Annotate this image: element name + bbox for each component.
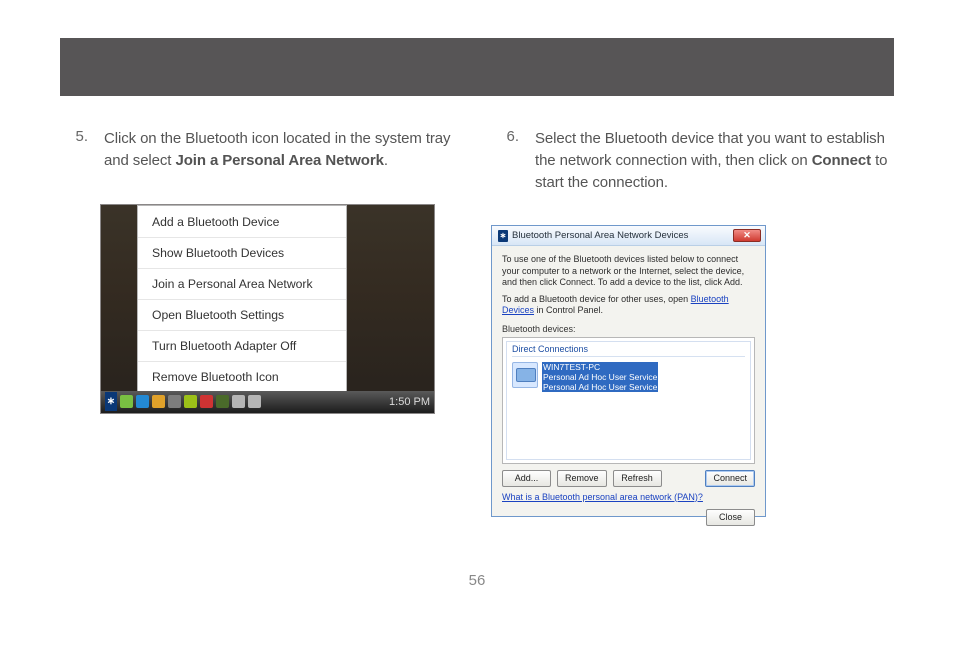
text-bold: Connect [812, 152, 871, 169]
device-name: WIN7TEST-PC [542, 362, 658, 372]
page-number: 56 [0, 572, 954, 589]
screenshot-pan-dialog: ∗ Bluetooth Personal Area Network Device… [491, 225, 766, 517]
dialog-title: Bluetooth Personal Area Network Devices [512, 230, 688, 241]
close-button[interactable]: Close [706, 509, 755, 526]
dialog-body: To use one of the Bluetooth devices list… [492, 246, 765, 531]
bluetooth-context-menu: Add a Bluetooth Device Show Bluetooth De… [137, 205, 347, 393]
device-service: Personal Ad Hoc User Service [542, 382, 658, 392]
group-direct-connections: Direct Connections WIN7TEST-PC Personal … [506, 341, 751, 460]
device-service: Personal Ad Hoc User Service [542, 372, 658, 382]
tray-icon[interactable] [200, 395, 213, 408]
tray-icon[interactable] [168, 395, 181, 408]
remove-button[interactable]: Remove [557, 470, 607, 487]
close-icon: ✕ [743, 230, 751, 241]
content-columns: 5. Click on the Bluetooth icon located i… [60, 128, 894, 517]
pan-help-link[interactable]: What is a Bluetooth personal area networ… [502, 492, 703, 502]
tray-icon[interactable] [136, 395, 149, 408]
text: in Control Panel. [534, 305, 603, 315]
list-label: Bluetooth devices: [502, 324, 755, 334]
step-5: 5. Click on the Bluetooth icon located i… [60, 128, 463, 172]
dialog-titlebar: ∗ Bluetooth Personal Area Network Device… [492, 226, 765, 246]
device-list[interactable]: Direct Connections WIN7TEST-PC Personal … [502, 337, 755, 464]
taskbar: ∗ 1:50 PM [101, 391, 434, 413]
computer-icon [512, 362, 538, 388]
close-x-button[interactable]: ✕ [733, 229, 761, 242]
tray-icon[interactable] [184, 395, 197, 408]
step-number: 6. [491, 128, 519, 193]
step-text: Select the Bluetooth device that you wan… [535, 128, 894, 193]
help-row: What is a Bluetooth personal area networ… [502, 492, 755, 502]
group-title: Direct Connections [507, 342, 750, 360]
text: . [384, 152, 388, 169]
bluetooth-icon[interactable]: ∗ [105, 392, 117, 411]
refresh-button[interactable]: Refresh [613, 470, 662, 487]
menu-item-remove-icon[interactable]: Remove Bluetooth Icon [138, 362, 346, 392]
column-left: 5. Click on the Bluetooth icon located i… [60, 128, 463, 517]
menu-item-add-device[interactable]: Add a Bluetooth Device [138, 206, 346, 238]
dialog-intro2: To add a Bluetooth device for other uses… [502, 294, 755, 317]
connect-button[interactable]: Connect [705, 470, 755, 487]
tray-icon[interactable] [120, 395, 133, 408]
step-text: Click on the Bluetooth icon located in t… [104, 128, 463, 172]
menu-item-open-settings[interactable]: Open Bluetooth Settings [138, 300, 346, 331]
header-bar [60, 38, 894, 96]
tray-icon[interactable] [248, 395, 261, 408]
step-number: 5. [60, 128, 88, 172]
menu-item-show-devices[interactable]: Show Bluetooth Devices [138, 238, 346, 269]
tray-icon[interactable] [232, 395, 245, 408]
tray-icon[interactable] [152, 395, 165, 408]
column-right: 6. Select the Bluetooth device that you … [491, 128, 894, 517]
menu-item-adapter-off[interactable]: Turn Bluetooth Adapter Off [138, 331, 346, 362]
close-row: Close [502, 509, 755, 526]
text: To add a Bluetooth device for other uses… [502, 294, 691, 304]
text-bold: Join a Personal Area Network [175, 152, 383, 169]
bluetooth-icon: ∗ [498, 230, 508, 242]
taskbar-clock: 1:50 PM [389, 396, 430, 408]
menu-item-join-pan[interactable]: Join a Personal Area Network [138, 269, 346, 300]
device-item[interactable]: WIN7TEST-PC Personal Ad Hoc User Service… [512, 362, 745, 393]
dialog-intro1: To use one of the Bluetooth devices list… [502, 254, 755, 288]
screenshot-context-menu: Add a Bluetooth Device Show Bluetooth De… [100, 204, 435, 414]
system-tray: ∗ [105, 392, 261, 411]
add-button[interactable]: Add... [502, 470, 551, 487]
tray-icon[interactable] [216, 395, 229, 408]
button-row: Add... Remove Refresh Connect [502, 470, 755, 487]
step-6: 6. Select the Bluetooth device that you … [491, 128, 894, 193]
